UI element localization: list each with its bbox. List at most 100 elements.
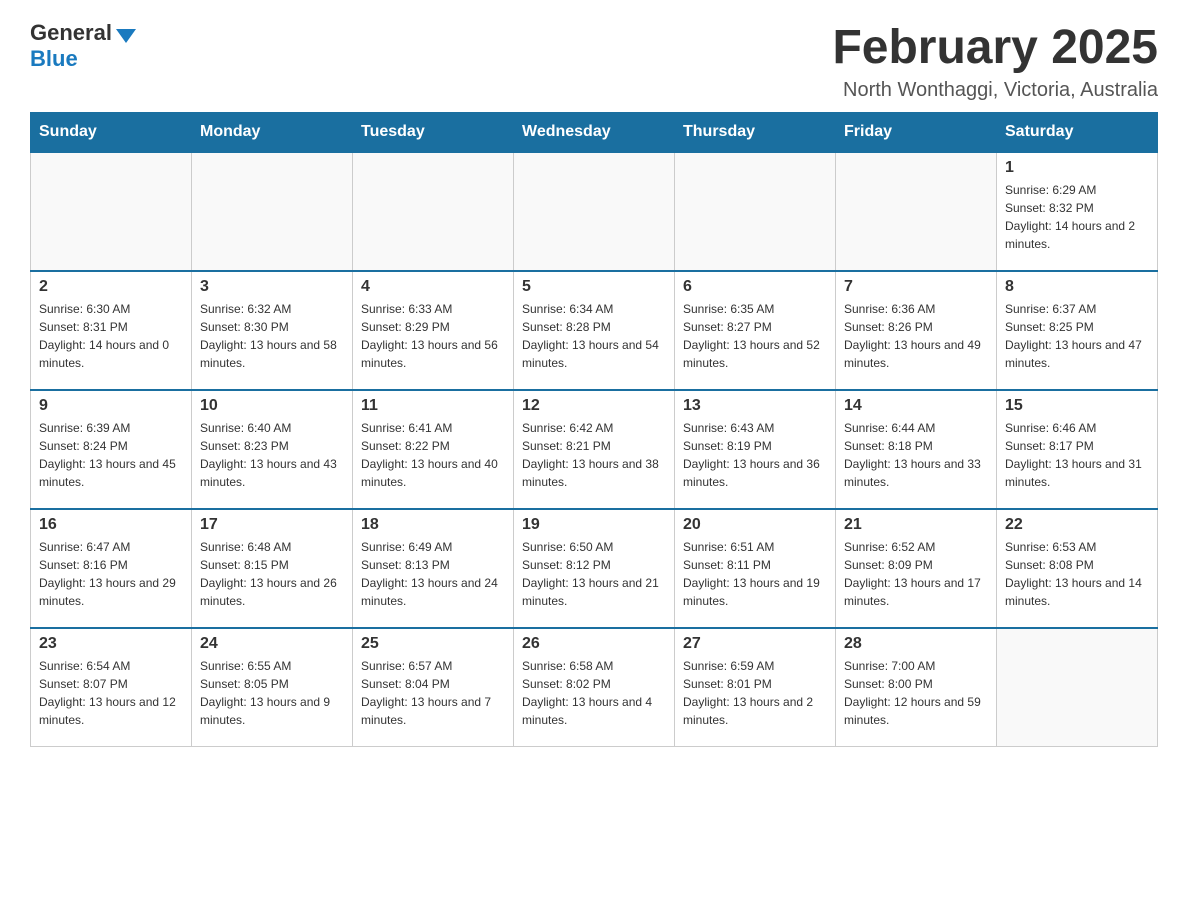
- cell-content: 18 Sunrise: 6:49 AMSunset: 8:13 PMDayligh…: [361, 516, 505, 621]
- day-info: Sunrise: 6:32 AMSunset: 8:30 PMDaylight:…: [200, 300, 344, 372]
- cell-content: 6Sunrise: 6:35 AMSunset: 8:27 PMDaylight…: [683, 278, 827, 383]
- calendar-cell: 11 Sunrise: 6:41 AMSunset: 8:22 PMDayligh…: [353, 390, 514, 509]
- day-number: 28: [844, 635, 988, 653]
- cell-content: 12 Sunrise: 6:42 AMSunset: 8:21 PMDayligh…: [522, 397, 666, 502]
- day-info: Sunrise: 6:39 AMSunset: 8:24 PMDaylight:…: [39, 419, 183, 491]
- header-monday: Monday: [192, 113, 353, 153]
- day-info: Sunrise: 6:50 AMSunset: 8:12 PMDaylight:…: [522, 538, 666, 610]
- cell-content: 2Sunrise: 6:30 AMSunset: 8:31 PMDaylight…: [39, 278, 183, 383]
- day-number: 12: [522, 397, 666, 415]
- header-saturday: Saturday: [997, 113, 1158, 153]
- cell-content: 27Sunrise: 6:59 AMSunset: 8:01 PMDayligh…: [683, 635, 827, 740]
- cell-content: 28 Sunrise: 7:00 AMSunset: 8:00 PMDayligh…: [844, 635, 988, 740]
- header-thursday: Thursday: [675, 113, 836, 153]
- logo-general: General: [30, 20, 112, 45]
- title-section: February 2025 North Wonthaggi, Victoria,…: [832, 20, 1158, 102]
- day-info: Sunrise: 6:42 AMSunset: 8:21 PMDaylight:…: [522, 419, 666, 491]
- week-row-2: 2Sunrise: 6:30 AMSunset: 8:31 PMDaylight…: [31, 271, 1158, 390]
- calendar-cell: 21Sunrise: 6:52 AMSunset: 8:09 PMDayligh…: [836, 509, 997, 628]
- page-header: General Blue February 2025 North Wonthag…: [30, 20, 1158, 102]
- calendar-cell: 19 Sunrise: 6:50 AMSunset: 8:12 PMDayligh…: [514, 509, 675, 628]
- cell-content: 23Sunrise: 6:54 AMSunset: 8:07 PMDayligh…: [39, 635, 183, 740]
- day-number: 20: [683, 516, 827, 534]
- cell-content: 5 Sunrise: 6:34 AMSunset: 8:28 PMDaylight…: [522, 278, 666, 383]
- day-number: 22: [1005, 516, 1149, 534]
- calendar-cell: 7 Sunrise: 6:36 AMSunset: 8:26 PMDaylight…: [836, 271, 997, 390]
- day-info: Sunrise: 6:52 AMSunset: 8:09 PMDaylight:…: [844, 538, 988, 610]
- day-info: Sunrise: 6:58 AMSunset: 8:02 PMDaylight:…: [522, 657, 666, 729]
- cell-content: 14Sunrise: 6:44 AMSunset: 8:18 PMDayligh…: [844, 397, 988, 502]
- day-info: Sunrise: 6:57 AMSunset: 8:04 PMDaylight:…: [361, 657, 505, 729]
- calendar-cell: 20 Sunrise: 6:51 AMSunset: 8:11 PMDayligh…: [675, 509, 836, 628]
- calendar-cell: 22 Sunrise: 6:53 AMSunset: 8:08 PMDayligh…: [997, 509, 1158, 628]
- header-sunday: Sunday: [31, 113, 192, 153]
- day-number: 7: [844, 278, 988, 296]
- logo: General Blue: [30, 20, 136, 72]
- calendar-cell: 10Sunrise: 6:40 AMSunset: 8:23 PMDayligh…: [192, 390, 353, 509]
- day-number: 17: [200, 516, 344, 534]
- calendar-table: SundayMondayTuesdayWednesdayThursdayFrid…: [30, 112, 1158, 747]
- header-wednesday: Wednesday: [514, 113, 675, 153]
- day-info: Sunrise: 6:33 AMSunset: 8:29 PMDaylight:…: [361, 300, 505, 372]
- calendar-cell: 3Sunrise: 6:32 AMSunset: 8:30 PMDaylight…: [192, 271, 353, 390]
- day-info: Sunrise: 6:43 AMSunset: 8:19 PMDaylight:…: [683, 419, 827, 491]
- cell-content: 11 Sunrise: 6:41 AMSunset: 8:22 PMDayligh…: [361, 397, 505, 502]
- calendar-cell: 4Sunrise: 6:33 AMSunset: 8:29 PMDaylight…: [353, 271, 514, 390]
- week-row-4: 16Sunrise: 6:47 AMSunset: 8:16 PMDayligh…: [31, 509, 1158, 628]
- day-number: 10: [200, 397, 344, 415]
- day-number: 23: [39, 635, 183, 653]
- calendar-cell: 12 Sunrise: 6:42 AMSunset: 8:21 PMDayligh…: [514, 390, 675, 509]
- calendar-cell: [514, 152, 675, 271]
- day-info: Sunrise: 6:59 AMSunset: 8:01 PMDaylight:…: [683, 657, 827, 729]
- day-info: Sunrise: 6:55 AMSunset: 8:05 PMDaylight:…: [200, 657, 344, 729]
- header-friday: Friday: [836, 113, 997, 153]
- cell-content: 3Sunrise: 6:32 AMSunset: 8:30 PMDaylight…: [200, 278, 344, 383]
- calendar-cell: [192, 152, 353, 271]
- day-number: 13: [683, 397, 827, 415]
- day-info: Sunrise: 6:36 AMSunset: 8:26 PMDaylight:…: [844, 300, 988, 372]
- day-number: 15: [1005, 397, 1149, 415]
- day-info: Sunrise: 7:00 AMSunset: 8:00 PMDaylight:…: [844, 657, 988, 729]
- calendar-cell: [31, 152, 192, 271]
- calendar-cell: 14Sunrise: 6:44 AMSunset: 8:18 PMDayligh…: [836, 390, 997, 509]
- day-info: Sunrise: 6:48 AMSunset: 8:15 PMDaylight:…: [200, 538, 344, 610]
- calendar-cell: [353, 152, 514, 271]
- calendar-cell: [836, 152, 997, 271]
- day-info: Sunrise: 6:49 AMSunset: 8:13 PMDaylight:…: [361, 538, 505, 610]
- calendar-cell: 18 Sunrise: 6:49 AMSunset: 8:13 PMDayligh…: [353, 509, 514, 628]
- cell-content: 9Sunrise: 6:39 AMSunset: 8:24 PMDaylight…: [39, 397, 183, 502]
- cell-content: 15 Sunrise: 6:46 AMSunset: 8:17 PMDayligh…: [1005, 397, 1149, 502]
- logo-blue: Blue: [30, 46, 78, 71]
- day-number: 11: [361, 397, 505, 415]
- cell-content: 10Sunrise: 6:40 AMSunset: 8:23 PMDayligh…: [200, 397, 344, 502]
- day-number: 2: [39, 278, 183, 296]
- day-number: 5: [522, 278, 666, 296]
- calendar-cell: 6Sunrise: 6:35 AMSunset: 8:27 PMDaylight…: [675, 271, 836, 390]
- calendar-cell: 15 Sunrise: 6:46 AMSunset: 8:17 PMDayligh…: [997, 390, 1158, 509]
- cell-content: 19 Sunrise: 6:50 AMSunset: 8:12 PMDayligh…: [522, 516, 666, 621]
- calendar-cell: 9Sunrise: 6:39 AMSunset: 8:24 PMDaylight…: [31, 390, 192, 509]
- day-info: Sunrise: 6:51 AMSunset: 8:11 PMDaylight:…: [683, 538, 827, 610]
- day-number: 18: [361, 516, 505, 534]
- cell-content: 1Sunrise: 6:29 AMSunset: 8:32 PMDaylight…: [1005, 159, 1149, 264]
- day-number: 14: [844, 397, 988, 415]
- logo-triangle-icon: [116, 29, 136, 43]
- day-info: Sunrise: 6:47 AMSunset: 8:16 PMDaylight:…: [39, 538, 183, 610]
- day-info: Sunrise: 6:41 AMSunset: 8:22 PMDaylight:…: [361, 419, 505, 491]
- calendar-cell: 13 Sunrise: 6:43 AMSunset: 8:19 PMDayligh…: [675, 390, 836, 509]
- cell-content: 21Sunrise: 6:52 AMSunset: 8:09 PMDayligh…: [844, 516, 988, 621]
- header-tuesday: Tuesday: [353, 113, 514, 153]
- day-info: Sunrise: 6:46 AMSunset: 8:17 PMDaylight:…: [1005, 419, 1149, 491]
- day-info: Sunrise: 6:53 AMSunset: 8:08 PMDaylight:…: [1005, 538, 1149, 610]
- week-row-3: 9Sunrise: 6:39 AMSunset: 8:24 PMDaylight…: [31, 390, 1158, 509]
- day-number: 19: [522, 516, 666, 534]
- cell-content: 22 Sunrise: 6:53 AMSunset: 8:08 PMDayligh…: [1005, 516, 1149, 621]
- day-info: Sunrise: 6:34 AMSunset: 8:28 PMDaylight:…: [522, 300, 666, 372]
- cell-content: 24Sunrise: 6:55 AMSunset: 8:05 PMDayligh…: [200, 635, 344, 740]
- week-row-5: 23Sunrise: 6:54 AMSunset: 8:07 PMDayligh…: [31, 628, 1158, 747]
- cell-content: 4Sunrise: 6:33 AMSunset: 8:29 PMDaylight…: [361, 278, 505, 383]
- cell-content: 26Sunrise: 6:58 AMSunset: 8:02 PMDayligh…: [522, 635, 666, 740]
- day-info: Sunrise: 6:29 AMSunset: 8:32 PMDaylight:…: [1005, 181, 1149, 253]
- calendar-cell: 24Sunrise: 6:55 AMSunset: 8:05 PMDayligh…: [192, 628, 353, 747]
- day-number: 25: [361, 635, 505, 653]
